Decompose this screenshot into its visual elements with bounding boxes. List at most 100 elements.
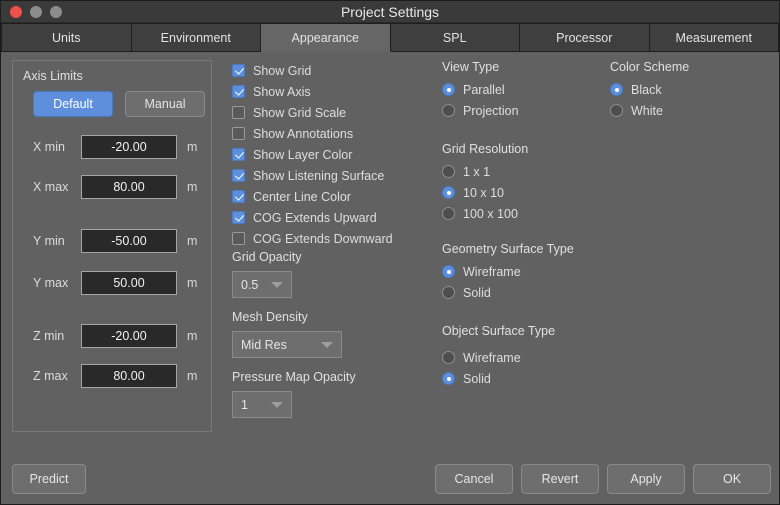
radio-object-solid[interactable]: Solid — [442, 368, 555, 389]
radio-color-scheme-white[interactable]: White — [610, 100, 689, 121]
window-controls — [1, 5, 62, 18]
radio-circle-object-solid[interactable] — [442, 372, 455, 385]
grid-opacity-label: Grid Opacity — [232, 250, 302, 264]
radio-grid-resolution-1x1[interactable]: 1 x 1 — [442, 161, 528, 182]
radio-label-black: Black — [631, 82, 662, 97]
radio-geometry-wireframe[interactable]: Wireframe — [442, 261, 574, 282]
field-unit-y-min: m — [187, 234, 198, 248]
checkbox-box-show-grid-scale[interactable] — [232, 106, 245, 119]
checkbox-box-show-axis[interactable] — [232, 85, 245, 98]
radio-circle-parallel[interactable] — [442, 83, 455, 96]
maximize-button[interactable] — [50, 5, 62, 18]
checkbox-show-axis[interactable]: Show Axis — [232, 81, 422, 102]
radio-object-wireframe[interactable]: Wireframe — [442, 347, 555, 368]
tab-environment[interactable]: Environment — [131, 23, 261, 51]
checkbox-show-grid-scale[interactable]: Show Grid Scale — [232, 102, 422, 123]
checkbox-label-show-annotations: Show Annotations — [253, 126, 354, 141]
radio-label-geometry-solid: Solid — [463, 285, 491, 300]
field-label-x-max: X max — [33, 180, 69, 194]
field-row-z-max: Z max 80.00 m — [33, 364, 208, 388]
chevron-down-icon — [321, 341, 333, 348]
radio-view-type-parallel[interactable]: Parallel — [442, 79, 519, 100]
radio-circle-projection[interactable] — [442, 104, 455, 117]
tab-processor[interactable]: Processor — [520, 23, 650, 51]
radio-circle-geometry-solid[interactable] — [442, 286, 455, 299]
radio-label-geometry-wireframe: Wireframe — [463, 264, 521, 279]
checkbox-box-cog-extends-upward[interactable] — [232, 211, 245, 224]
chevron-down-icon — [271, 401, 283, 408]
pressure-map-opacity-dropdown[interactable]: 1 — [232, 391, 292, 418]
field-input-z-max[interactable]: 80.00 — [81, 364, 177, 388]
field-input-z-min[interactable]: -20.00 — [81, 324, 177, 348]
checkbox-box-show-annotations[interactable] — [232, 127, 245, 140]
grid-opacity-value: 0.5 — [241, 277, 259, 292]
checkbox-label-show-grid-scale: Show Grid Scale — [253, 105, 347, 120]
field-input-y-max[interactable]: 50.00 — [81, 271, 177, 295]
object-surface-type-label: Object Surface Type — [442, 324, 556, 338]
checkbox-box-show-listening-surface[interactable] — [232, 169, 245, 182]
checkbox-box-center-line-color[interactable] — [232, 190, 245, 203]
object-surface-type-group: Object Surface Type Wireframe Solid — [442, 324, 555, 389]
field-row-x-max: X max 80.00 m — [33, 175, 208, 199]
mesh-density-dropdown[interactable]: Mid Res — [232, 331, 342, 358]
apply-button[interactable]: Apply — [607, 464, 685, 494]
grid-resolution-group: Grid Resolution 1 x 1 10 x 10 100 x 100 — [442, 142, 528, 224]
checkbox-cog-extends-upward[interactable]: COG Extends Upward — [232, 207, 422, 228]
radio-label-100x100: 100 x 100 — [463, 206, 518, 221]
field-unit-z-max: m — [187, 369, 198, 383]
field-row-y-max: Y max 50.00 m — [33, 271, 208, 295]
cancel-button[interactable]: Cancel — [435, 464, 513, 494]
geometry-surface-type-group: Geometry Surface Type Wireframe Solid — [442, 242, 574, 303]
radio-view-type-projection[interactable]: Projection — [442, 100, 519, 121]
dialog-footer: Predict Cancel Revert Apply OK — [1, 456, 779, 504]
checkbox-show-listening-surface[interactable]: Show Listening Surface — [232, 165, 422, 186]
radio-grid-resolution-100x100[interactable]: 100 x 100 — [442, 203, 528, 224]
minimize-button[interactable] — [30, 5, 42, 18]
pressure-map-opacity-group: Pressure Map Opacity 1 — [232, 370, 356, 418]
radio-circle-100x100[interactable] — [442, 207, 455, 220]
tab-measurement[interactable]: Measurement — [649, 23, 779, 51]
ok-button[interactable]: OK — [693, 464, 771, 494]
checkbox-center-line-color[interactable]: Center Line Color — [232, 186, 422, 207]
field-input-x-max[interactable]: 80.00 — [81, 175, 177, 199]
pressure-map-opacity-label: Pressure Map Opacity — [232, 370, 356, 384]
radio-circle-black[interactable] — [610, 83, 623, 96]
tab-appearance[interactable]: Appearance — [261, 23, 391, 52]
grid-resolution-label: Grid Resolution — [442, 142, 529, 156]
close-button[interactable] — [10, 5, 22, 18]
mesh-density-group: Mesh Density Mid Res — [232, 310, 342, 358]
radio-geometry-solid[interactable]: Solid — [442, 282, 574, 303]
field-input-x-min[interactable]: -20.00 — [81, 135, 177, 159]
radio-color-scheme-black[interactable]: Black — [610, 79, 689, 100]
radio-circle-object-wireframe[interactable] — [442, 351, 455, 364]
checkbox-box-show-grid[interactable] — [232, 64, 245, 77]
radio-circle-10x10[interactable] — [442, 186, 455, 199]
grid-opacity-dropdown[interactable]: 0.5 — [232, 271, 292, 298]
field-row-z-min: Z min -20.00 m — [33, 324, 208, 348]
radio-label-white: White — [631, 103, 663, 118]
radio-label-1x1: 1 x 1 — [463, 164, 491, 179]
radio-circle-geometry-wireframe[interactable] — [442, 265, 455, 278]
checkbox-label-cog-extends-downward: COG Extends Downward — [253, 231, 393, 246]
checkbox-show-grid[interactable]: Show Grid — [232, 60, 422, 81]
checkbox-cog-extends-downward[interactable]: COG Extends Downward — [232, 228, 422, 249]
view-type-label: View Type — [442, 60, 500, 74]
checkbox-box-show-layer-color[interactable] — [232, 148, 245, 161]
checkbox-show-layer-color[interactable]: Show Layer Color — [232, 144, 422, 165]
checkbox-show-annotations[interactable]: Show Annotations — [232, 123, 422, 144]
radio-grid-resolution-10x10[interactable]: 10 x 10 — [442, 182, 528, 203]
field-input-y-min[interactable]: -50.00 — [81, 229, 177, 253]
mesh-density-label: Mesh Density — [232, 310, 308, 324]
tab-units[interactable]: Units — [1, 23, 132, 51]
axis-limits-manual-button[interactable]: Manual — [125, 91, 205, 117]
revert-button[interactable]: Revert — [521, 464, 599, 494]
radio-label-object-wireframe: Wireframe — [463, 350, 521, 365]
radio-circle-1x1[interactable] — [442, 165, 455, 178]
axis-limits-default-button[interactable]: Default — [33, 91, 113, 117]
tab-bar: Units Environment Appearance SPL Process… — [1, 23, 779, 52]
axis-limits-mode-buttons: Default Manual — [33, 91, 205, 117]
checkbox-box-cog-extends-downward[interactable] — [232, 232, 245, 245]
predict-button[interactable]: Predict — [12, 464, 86, 494]
radio-circle-white[interactable] — [610, 104, 623, 117]
tab-spl[interactable]: SPL — [390, 23, 520, 51]
